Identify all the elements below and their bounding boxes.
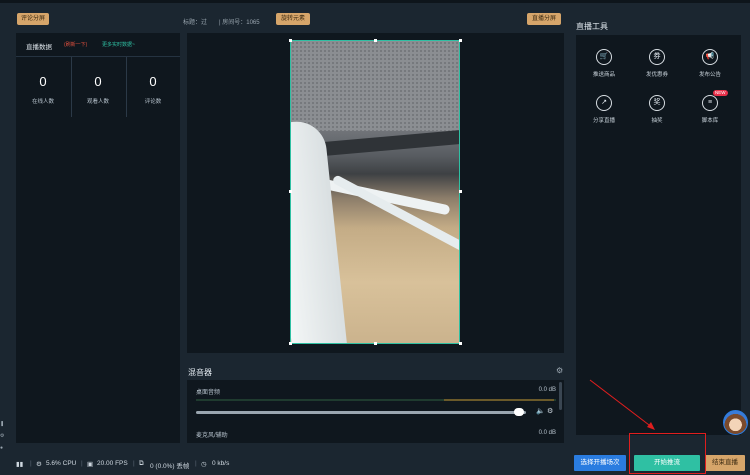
info-icon[interactable]: ● [0,442,5,454]
volume-slider-knob[interactable] [514,408,525,416]
end-stream-button[interactable]: 结束直播 [705,455,745,471]
room-number: | 房间号：1065 [219,20,260,26]
resize-handle[interactable] [289,39,292,42]
resize-handle[interactable] [289,342,292,345]
resize-handle[interactable] [459,190,462,193]
status-separator: | [81,460,83,467]
camera-source[interactable] [290,40,460,344]
speaker-icon[interactable]: 🔈 [536,407,545,415]
desktop-audio-db: 0.0 dB [538,387,556,393]
stat-viewers: 0 观看人数 [71,57,125,117]
stat-label: 在线人数 [31,99,54,105]
resize-handle[interactable] [289,190,292,193]
resize-handle[interactable] [459,39,462,42]
megaphone-icon: 📢 [702,49,718,65]
start-stream-button[interactable]: 开始推流 [634,455,700,471]
title-info: 标题：过 [183,20,208,26]
desktop-audio-label: 桌面音频 [196,390,221,396]
signal-icon: ▮▮ [16,461,24,468]
assistant-avatar[interactable] [723,410,748,435]
refresh-note[interactable]: (刷新一下) [64,41,87,48]
live-data-header: 直播数据 (刷新一下) 更多实时数据~ [16,33,180,57]
top-strip [0,0,750,3]
share-icon: ↗ [596,95,612,111]
edge-tools: ❚ ⚙ ● [0,418,5,454]
lottery-icon: 奖 [649,95,665,111]
resize-handle[interactable] [374,39,377,42]
tool-label: 发优惠券 [645,72,668,78]
resize-handle[interactable] [459,342,462,345]
mixer-scrollbar[interactable] [559,382,562,410]
bitrate-icon: ◷ [201,461,207,468]
tool-label: 脚本库 [701,118,719,124]
mixer-title: 混音器 [188,368,212,377]
dropped-frames-icon: ⧉ [139,460,144,467]
mic-aux-label: 麦克风/辅助 [196,433,228,439]
tool-send-coupon[interactable]: 券 发优惠券 [632,43,682,83]
tool-label: 分享直播 [592,118,615,124]
stat-label: 观看人数 [86,99,109,105]
stat-label: 评论数 [144,99,162,105]
tool-push-product[interactable]: 🛒 推送商品 [579,43,629,83]
tool-share-live[interactable]: ↗ 分享直播 [579,89,629,129]
tool-announcement[interactable]: 📢 发布公告 [685,43,735,83]
stat-value: 0 [149,74,157,89]
live-data-title: 直播数据 [26,44,52,51]
tool-label: 发布公告 [698,72,721,78]
desktop-audio-volume-slider[interactable] [196,411,526,414]
tool-script-library[interactable]: ≡ NEW 脚本库 [685,89,735,129]
select-session-button[interactable]: 选择开播场次 [574,455,626,471]
gear-icon[interactable]: ⚙ [0,430,5,442]
rotate-element-button[interactable]: 旋转元素 [276,13,310,25]
more-data-link[interactable]: 更多实时数据~ [102,41,135,48]
status-separator: | [133,460,135,467]
tool-lottery[interactable]: 奖 抽奖 [632,89,682,129]
cpu-usage: 5.6% CPU [46,460,77,467]
resize-handle[interactable] [374,342,377,345]
fps-value: 20.00 FPS [97,460,128,467]
fps-icon: ▣ [87,461,94,468]
status-separator: | [195,460,197,467]
new-badge: NEW [713,90,728,96]
stat-value: 0 [94,74,102,89]
status-separator: | [30,460,32,467]
live-split-button[interactable]: 直播分屏 [527,13,561,25]
stat-value: 0 [39,74,47,89]
cpu-icon: ⚙ [36,461,42,468]
mixer-panel: 桌面音频 0.0 dB 🔈 ⚙ 麦克风/辅助 0.0 dB [187,380,564,443]
audio-settings-gear-icon[interactable]: ⚙ [547,407,553,415]
live-streaming-app: 评论分屏 标题：过 | 房间号：1065 旋转元素 直播分屏 直播数据 (刷新一… [0,0,750,475]
live-tools-panel: 🛒 推送商品 券 发优惠券 📢 发布公告 ↗ 分享直播 奖 抽奖 ≡ NEW 脚… [576,35,741,435]
tool-label: 抽奖 [651,118,663,124]
comment-split-button[interactable]: 评论分屏 [17,13,49,25]
tool-label: 推送商品 [592,72,615,78]
coupon-icon: 券 [649,49,665,65]
stat-comments: 0 评论数 [126,57,180,117]
script-icon: ≡ [702,95,718,111]
stat-online: 0 在线人数 [16,57,70,117]
meter-level [444,399,554,401]
mic-aux-db: 0.0 dB [538,430,556,436]
live-data-panel: 直播数据 (刷新一下) 更多实时数据~ 0 在线人数 0 观看人数 0 评论数 [16,33,180,443]
mixer-settings-gear-icon[interactable]: ⚙ [556,366,563,375]
desktop-audio-meter [196,399,556,401]
tools-title: 直播工具 [576,22,608,31]
cart-icon: 🛒 [596,49,612,65]
dropped-frames: 0 (0.0%) 丢帧 [150,463,190,470]
bitrate: 0 kb/s [212,460,230,467]
camera-image-speaker [291,41,459,131]
preview-canvas[interactable] [187,33,564,353]
pause-icon[interactable]: ❚ [0,418,5,430]
